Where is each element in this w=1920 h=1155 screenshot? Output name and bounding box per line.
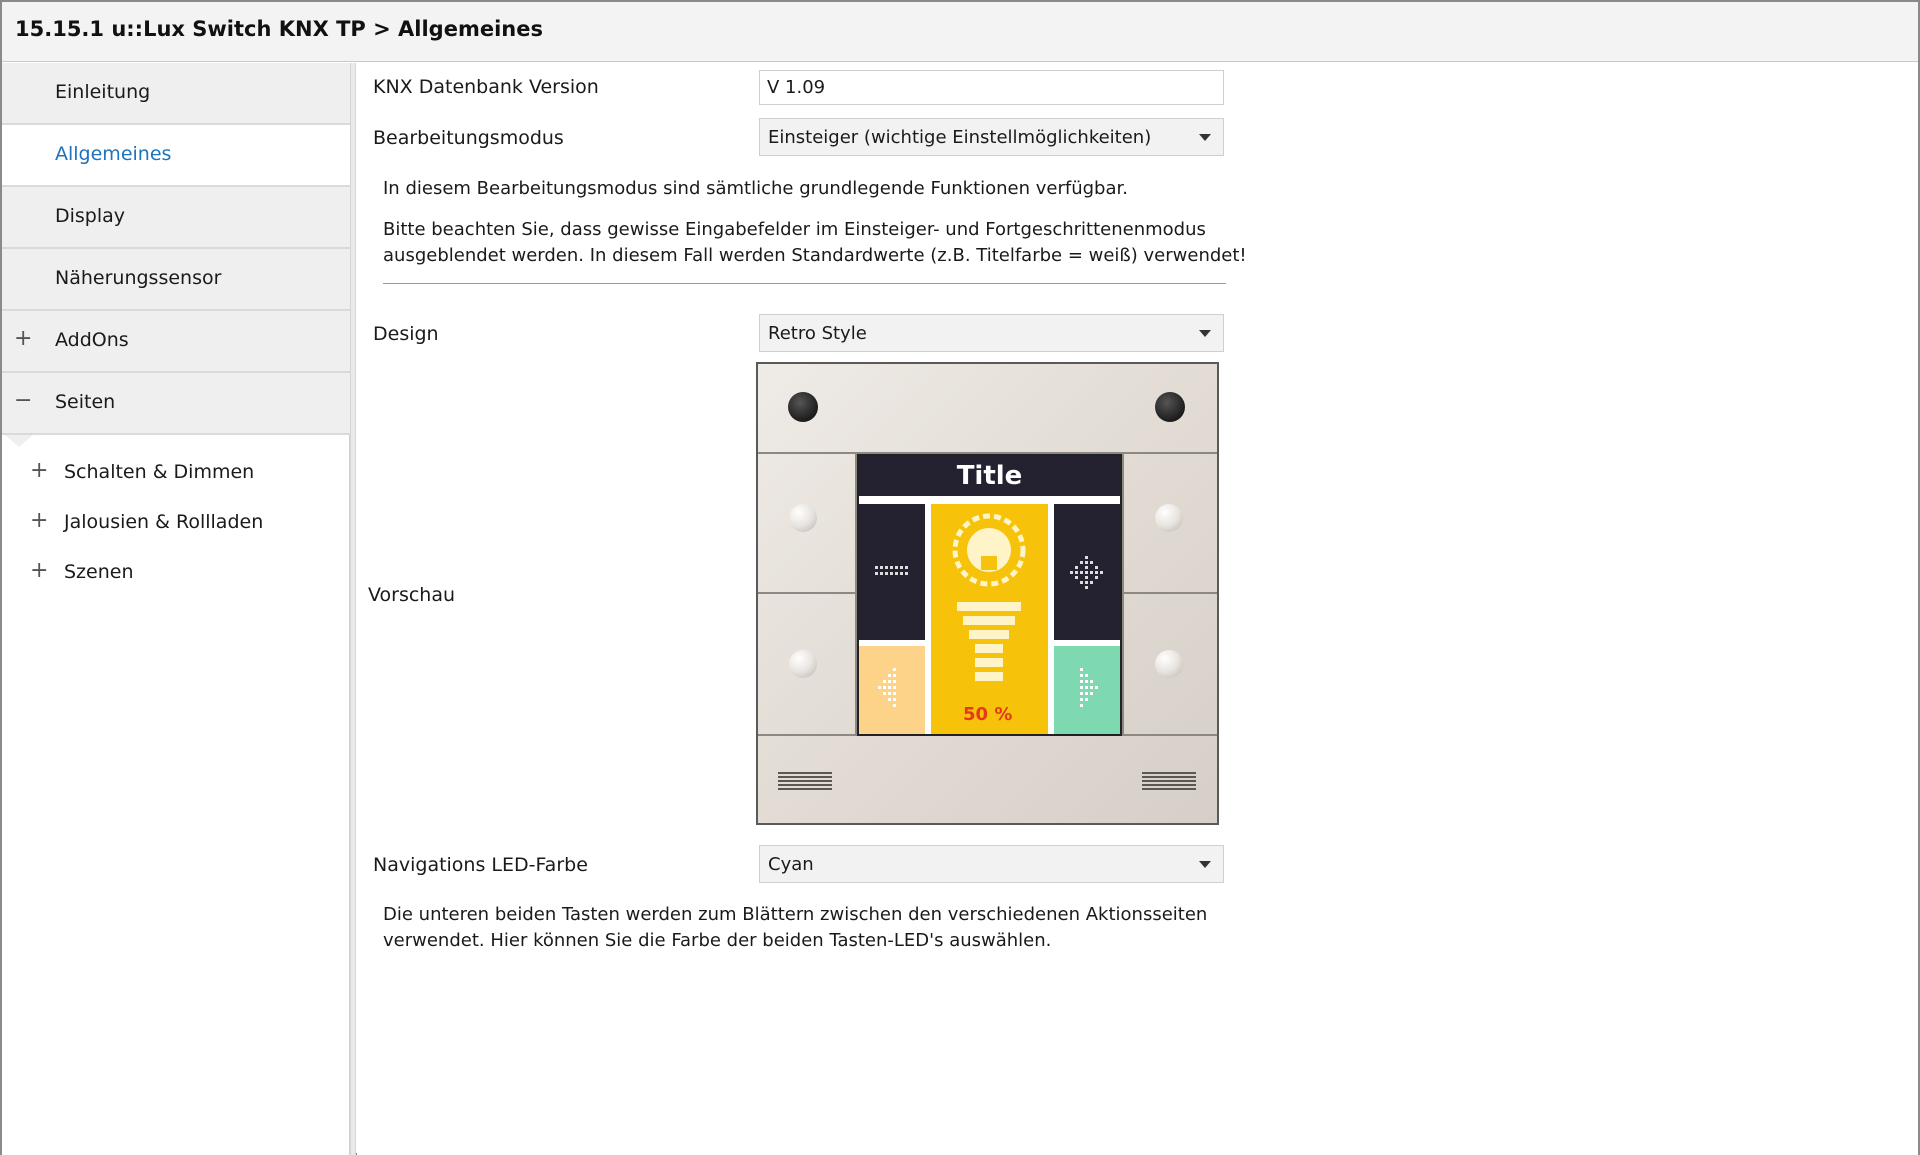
- sidebar-item-allgemeines[interactable]: Allgemeines: [2, 125, 350, 187]
- edit-mode-label: Bearbeitungsmodus: [373, 127, 564, 149]
- design-label: Design: [373, 323, 439, 345]
- move-tile: [1054, 504, 1120, 640]
- dotted-right-arrow-icon: [1080, 668, 1098, 707]
- screen-title: Title: [859, 456, 1120, 496]
- speaker-grille-icon: [1142, 772, 1196, 790]
- expand-plus-icon[interactable]: +: [30, 459, 48, 483]
- button-led-icon[interactable]: [789, 504, 817, 532]
- dotted-move-arrows-icon: [1070, 556, 1103, 589]
- edit-mode-select[interactable]: Einsteiger (wichtige Einstellmöglichkeit…: [759, 118, 1224, 156]
- edit-mode-note-line-1: Bitte beachten Sie, dass gewisse Eingabe…: [383, 219, 1206, 240]
- edit-mode-value: Einsteiger (wichtige Einstellmöglichkeit…: [768, 127, 1152, 148]
- dimmer-tile: 50 %: [931, 504, 1048, 734]
- preview-label: Vorschau: [368, 584, 456, 606]
- sidebar-item-label: Näherungssensor: [55, 267, 222, 289]
- chevron-down-icon: [1199, 861, 1211, 868]
- sidebar-subitem-jalousien-rollladen[interactable]: + Jalousien & Rollladen: [2, 503, 350, 543]
- nav-led-info-line-2: verwendet. Hier können Sie die Farbe der…: [383, 930, 1052, 951]
- light-bulb-icon: [952, 513, 1026, 681]
- button-led-icon[interactable]: [1155, 650, 1183, 678]
- device-preview: Title 50 %: [756, 362, 1219, 825]
- expand-plus-icon[interactable]: +: [30, 509, 48, 533]
- screw-hole-icon: [1155, 392, 1185, 422]
- sidebar-splitter[interactable]: [350, 63, 356, 1155]
- sidebar-item-seiten[interactable]: − Seiten: [2, 373, 350, 435]
- expanded-notch-icon: [5, 435, 33, 447]
- button-led-icon[interactable]: [1155, 504, 1183, 532]
- app-window: 15.15.1 u::Lux Switch KNX TP > Allgemein…: [0, 0, 1920, 1155]
- sidebar-subitem-label: Jalousien & Rollladen: [64, 511, 264, 533]
- db-version-field[interactable]: [759, 70, 1224, 105]
- sidebar: Einleitung Allgemeines Display Näherungs…: [2, 63, 350, 1155]
- button-led-icon[interactable]: [789, 650, 817, 678]
- collapse-minus-icon[interactable]: −: [14, 389, 32, 413]
- section-divider: [383, 283, 1226, 284]
- sidebar-item-display[interactable]: Display: [2, 187, 350, 249]
- nav-led-info-line-1: Die unteren beiden Tasten werden zum Blä…: [383, 904, 1208, 925]
- title-bar: 15.15.1 u::Lux Switch KNX TP > Allgemein…: [2, 2, 1918, 62]
- dimmer-percent: 50 %: [963, 704, 1013, 725]
- nav-led-select[interactable]: Cyan: [759, 845, 1224, 883]
- db-version-label: KNX Datenbank Version: [373, 76, 599, 98]
- sidebar-subitem-schalten-dimmen[interactable]: + Schalten & Dimmen: [2, 453, 350, 493]
- sidebar-item-einleitung[interactable]: Einleitung: [2, 63, 350, 125]
- device-band: [1122, 452, 1124, 736]
- nav-led-value: Cyan: [768, 854, 814, 875]
- device-screen: Title 50 %: [857, 454, 1122, 736]
- chevron-down-icon: [1199, 134, 1211, 141]
- sidebar-item-addons[interactable]: + AddOns: [2, 311, 350, 373]
- edit-mode-note-line-2: ausgeblendet werden. In diesem Fall werd…: [383, 245, 1247, 266]
- blinds-tile: [859, 504, 925, 640]
- sidebar-item-label: Allgemeines: [55, 143, 172, 165]
- prev-page-tile: [859, 646, 925, 734]
- screw-hole-icon: [788, 392, 818, 422]
- sidebar-subitem-label: Schalten & Dimmen: [64, 461, 255, 483]
- sidebar-item-label: Display: [55, 205, 126, 227]
- expand-plus-icon[interactable]: +: [30, 559, 48, 583]
- design-value: Retro Style: [768, 323, 867, 344]
- sidebar-subitem-szenen[interactable]: + Szenen: [2, 553, 350, 593]
- sidebar-item-label: Einleitung: [55, 81, 151, 103]
- next-page-tile: [1054, 646, 1120, 734]
- sidebar-item-naeherungssensor[interactable]: Näherungssensor: [2, 249, 350, 311]
- sidebar-item-label: AddOns: [55, 329, 129, 351]
- speaker-grille-icon: [778, 772, 832, 790]
- blinds-icon: [875, 566, 908, 575]
- edit-mode-info: In diesem Bearbeitungsmodus sind sämtlic…: [383, 178, 1128, 199]
- design-select[interactable]: Retro Style: [759, 314, 1224, 352]
- sidebar-subitem-label: Szenen: [64, 561, 134, 583]
- chevron-down-icon: [1199, 330, 1211, 337]
- sidebar-item-label: Seiten: [55, 391, 116, 413]
- nav-led-label: Navigations LED-Farbe: [373, 854, 588, 876]
- window-title: 15.15.1 u::Lux Switch KNX TP > Allgemein…: [15, 17, 543, 41]
- dotted-left-arrow-icon: [878, 668, 896, 707]
- expand-plus-icon[interactable]: +: [14, 327, 32, 351]
